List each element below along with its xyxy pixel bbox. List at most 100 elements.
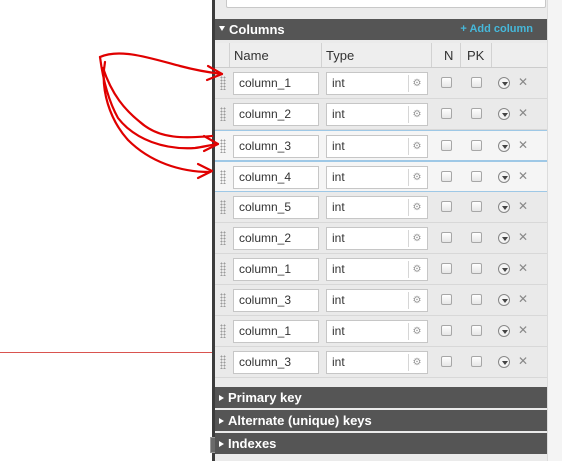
delete-icon[interactable]: ✕ bbox=[518, 230, 528, 244]
column-type-input[interactable]: int ⚙ bbox=[326, 258, 428, 281]
comment-textarea[interactable] bbox=[226, 0, 546, 8]
alternate-keys-section-header[interactable]: Alternate (unique) keys bbox=[215, 410, 547, 431]
column-row[interactable]: column_2 int ⚙ ✕ bbox=[215, 99, 547, 130]
nullable-checkbox[interactable] bbox=[441, 325, 452, 336]
column-name-input[interactable]: column_2 bbox=[233, 227, 319, 250]
primary-key-checkbox[interactable] bbox=[471, 140, 482, 151]
drag-handle-icon[interactable] bbox=[220, 262, 226, 276]
gear-icon[interactable]: ⚙ bbox=[408, 323, 425, 340]
column-name-input[interactable]: column_3 bbox=[233, 135, 319, 158]
column-type-input[interactable]: int ⚙ bbox=[326, 289, 428, 312]
primary-key-checkbox[interactable] bbox=[471, 232, 482, 243]
column-type-input[interactable]: int ⚙ bbox=[326, 166, 428, 189]
nullable-checkbox[interactable] bbox=[441, 140, 452, 151]
column-row[interactable]: column_1 int ⚙ ✕ bbox=[215, 254, 547, 285]
column-row[interactable]: column_4 int ⚙ ✕ bbox=[215, 161, 547, 192]
column-name-input[interactable]: column_4 bbox=[233, 166, 319, 189]
indexes-section-header[interactable]: Indexes bbox=[215, 433, 547, 454]
columns-section-header[interactable]: Columns + Add column bbox=[215, 19, 547, 40]
chevron-down-icon[interactable] bbox=[498, 356, 510, 368]
delete-icon[interactable]: ✕ bbox=[518, 292, 528, 306]
chevron-down-icon[interactable] bbox=[498, 201, 510, 213]
column-row[interactable]: column_1 int ⚙ ✕ bbox=[215, 68, 547, 99]
chevron-down-icon[interactable] bbox=[498, 294, 510, 306]
column-row[interactable]: column_3 int ⚙ ✕ bbox=[215, 130, 547, 161]
primary-key-checkbox[interactable] bbox=[471, 201, 482, 212]
column-row[interactable]: column_3 int ⚙ ✕ bbox=[215, 285, 547, 316]
column-row[interactable]: column_2 int ⚙ ✕ bbox=[215, 223, 547, 254]
relationship-line[interactable] bbox=[0, 352, 212, 353]
drag-handle-icon[interactable] bbox=[220, 324, 226, 338]
nullable-checkbox[interactable] bbox=[441, 294, 452, 305]
primary-key-checkbox[interactable] bbox=[471, 77, 482, 88]
primary-key-checkbox[interactable] bbox=[471, 356, 482, 367]
column-type-input[interactable]: int ⚙ bbox=[326, 227, 428, 250]
drag-handle-icon[interactable] bbox=[220, 107, 226, 121]
delete-icon[interactable]: ✕ bbox=[518, 261, 528, 275]
delete-icon[interactable]: ✕ bbox=[518, 354, 528, 368]
primary-key-checkbox[interactable] bbox=[471, 294, 482, 305]
chevron-down-icon[interactable] bbox=[498, 263, 510, 275]
chevron-down-icon[interactable] bbox=[498, 171, 510, 183]
column-type-input[interactable]: int ⚙ bbox=[326, 103, 428, 126]
gear-icon[interactable]: ⚙ bbox=[408, 199, 425, 216]
nullable-checkbox[interactable] bbox=[441, 77, 452, 88]
gear-icon[interactable]: ⚙ bbox=[408, 75, 425, 92]
column-type-input[interactable]: int ⚙ bbox=[326, 135, 428, 158]
gear-icon[interactable]: ⚙ bbox=[408, 106, 425, 123]
column-name-input[interactable]: column_3 bbox=[233, 351, 319, 374]
drag-handle-icon[interactable] bbox=[220, 170, 226, 184]
gear-icon[interactable]: ⚙ bbox=[408, 261, 425, 278]
column-type-input[interactable]: int ⚙ bbox=[326, 320, 428, 343]
diagram-canvas[interactable] bbox=[0, 0, 212, 461]
primary-key-checkbox[interactable] bbox=[471, 263, 482, 274]
drag-handle-icon[interactable] bbox=[220, 355, 226, 369]
delete-icon[interactable]: ✕ bbox=[518, 323, 528, 337]
chevron-down-icon[interactable] bbox=[498, 140, 510, 152]
column-name-input[interactable]: column_5 bbox=[233, 196, 319, 219]
nullable-checkbox[interactable] bbox=[441, 263, 452, 274]
column-name-input[interactable]: column_3 bbox=[233, 289, 319, 312]
column-name-input[interactable]: column_1 bbox=[233, 258, 319, 281]
delete-icon[interactable]: ✕ bbox=[518, 169, 528, 183]
drag-handle-icon[interactable] bbox=[220, 293, 226, 307]
chevron-down-icon[interactable] bbox=[498, 108, 510, 120]
add-column-button[interactable]: + Add column bbox=[460, 19, 533, 40]
delete-icon[interactable]: ✕ bbox=[518, 138, 528, 152]
panel-scrollbar[interactable] bbox=[547, 0, 562, 461]
nullable-checkbox[interactable] bbox=[441, 232, 452, 243]
column-name-input[interactable]: column_1 bbox=[233, 320, 319, 343]
delete-icon[interactable]: ✕ bbox=[518, 75, 528, 89]
nullable-checkbox[interactable] bbox=[441, 171, 452, 182]
delete-icon[interactable]: ✕ bbox=[518, 199, 528, 213]
nullable-checkbox[interactable] bbox=[441, 201, 452, 212]
chevron-down-icon[interactable] bbox=[498, 232, 510, 244]
gear-icon[interactable]: ⚙ bbox=[408, 169, 425, 186]
drag-handle-icon[interactable] bbox=[220, 200, 226, 214]
drag-handle-icon[interactable] bbox=[220, 231, 226, 245]
delete-icon[interactable]: ✕ bbox=[518, 106, 528, 120]
primary-key-section-header[interactable]: Primary key bbox=[215, 387, 547, 408]
nullable-checkbox[interactable] bbox=[441, 108, 452, 119]
column-row[interactable]: column_5 int ⚙ ✕ bbox=[215, 192, 547, 223]
column-type-input[interactable]: int ⚙ bbox=[326, 196, 428, 219]
gear-icon[interactable]: ⚙ bbox=[408, 230, 425, 247]
column-type-input[interactable]: int ⚙ bbox=[326, 351, 428, 374]
primary-key-checkbox[interactable] bbox=[471, 325, 482, 336]
column-name-input[interactable]: column_1 bbox=[233, 72, 319, 95]
primary-key-checkbox[interactable] bbox=[471, 171, 482, 182]
column-row[interactable]: column_3 int ⚙ ✕ bbox=[215, 347, 547, 378]
drag-handle-icon[interactable] bbox=[220, 76, 226, 90]
gear-icon[interactable]: ⚙ bbox=[408, 354, 425, 371]
drag-handle-icon[interactable] bbox=[220, 139, 226, 153]
nullable-checkbox[interactable] bbox=[441, 356, 452, 367]
column-type-input[interactable]: int ⚙ bbox=[326, 72, 428, 95]
column-row[interactable]: column_1 int ⚙ ✕ bbox=[215, 316, 547, 347]
gear-icon[interactable]: ⚙ bbox=[408, 292, 425, 309]
collapse-triangle-icon bbox=[219, 26, 225, 32]
column-name-input[interactable]: column_2 bbox=[233, 103, 319, 126]
chevron-down-icon[interactable] bbox=[498, 325, 510, 337]
gear-icon[interactable]: ⚙ bbox=[408, 138, 425, 155]
primary-key-checkbox[interactable] bbox=[471, 108, 482, 119]
chevron-down-icon[interactable] bbox=[498, 77, 510, 89]
